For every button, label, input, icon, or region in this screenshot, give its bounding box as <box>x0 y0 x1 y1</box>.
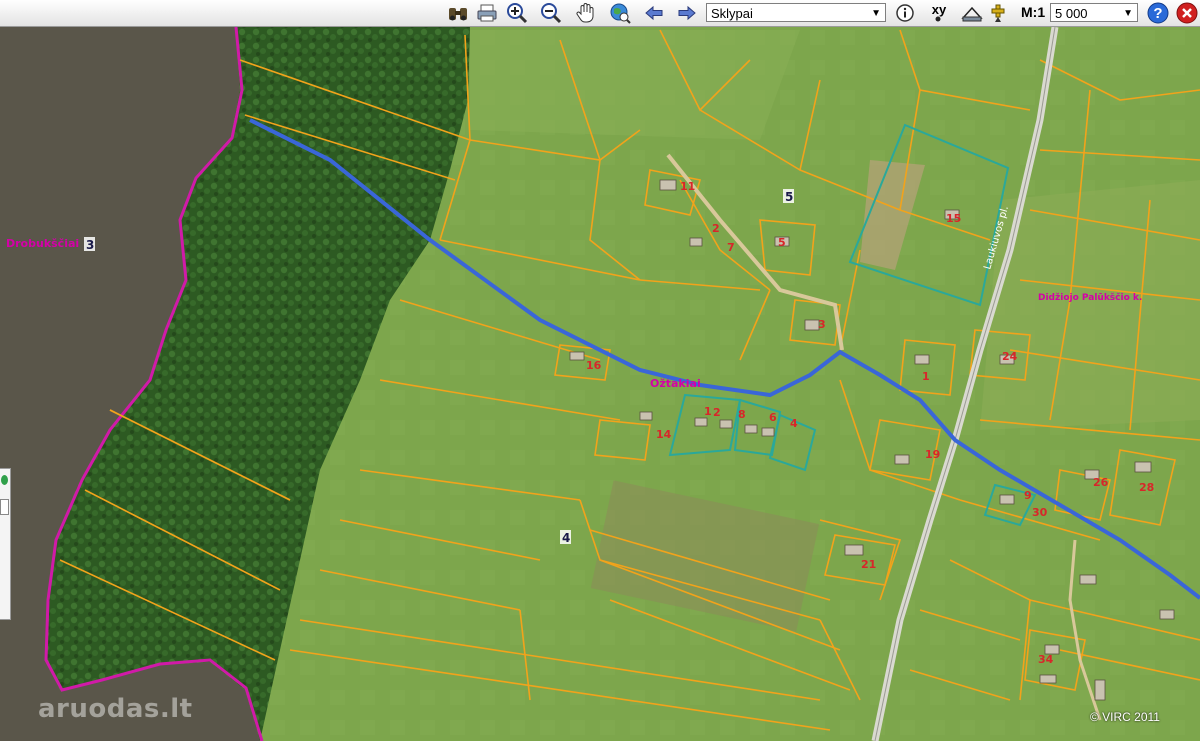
point-dot-icon <box>935 16 941 22</box>
plot-number: 2 <box>712 222 720 235</box>
globe-zoom-icon[interactable] <box>607 2 633 24</box>
scale-select-value: 5 000 <box>1055 6 1088 21</box>
plot-number: 2 <box>713 406 721 419</box>
ruler-measure-icon[interactable] <box>960 2 984 24</box>
plot-number: 19 <box>925 448 940 461</box>
plot-number: 30 <box>1032 506 1048 519</box>
map-canvas[interactable]: Drobukščiai Ožtakiai Didžiojo Palūkščio … <box>0 27 1200 741</box>
pan-hand-icon[interactable] <box>574 2 598 24</box>
print-icon[interactable] <box>474 2 500 24</box>
plot-number: 11 <box>680 180 695 193</box>
plot-number: 14 <box>656 428 672 441</box>
help-label: ? <box>1153 4 1163 22</box>
plot-number: 1 <box>704 405 712 418</box>
copyright-text: © VIRC 2011 <box>1090 710 1160 724</box>
block-number: 5 <box>785 190 793 204</box>
panel-input[interactable] <box>0 499 9 515</box>
meadow-patch <box>470 30 800 140</box>
plot-number: 26 <box>1093 476 1109 489</box>
zoom-out-icon[interactable] <box>539 2 563 24</box>
help-button[interactable]: ? <box>1146 2 1170 24</box>
side-panel[interactable] <box>0 468 11 620</box>
close-button[interactable] <box>1175 2 1199 24</box>
block-number: 4 <box>562 531 570 545</box>
plot-number: 24 <box>1002 350 1018 363</box>
town-label: Drobukščiai <box>6 237 79 250</box>
xy-coordinate-button[interactable]: xy <box>926 2 952 24</box>
plot-number: 34 <box>1038 653 1054 666</box>
info-icon[interactable] <box>895 2 915 24</box>
add-marker-icon[interactable] <box>987 2 1009 24</box>
plot-number: 16 <box>586 359 602 372</box>
plot-number: 28 <box>1139 481 1154 494</box>
plot-number: 15 <box>946 212 961 225</box>
plot-number: 1 <box>922 370 930 383</box>
map-toolbar: Sklypai ▼ xy M:1 5 000 ▼ ? <box>0 0 1200 27</box>
back-arrow-icon[interactable] <box>643 2 665 24</box>
town-label: Didžiojo Palūkščio k. <box>1038 292 1142 303</box>
close-icon <box>1176 2 1198 24</box>
layer-select[interactable]: Sklypai ▼ <box>706 3 886 22</box>
layer-select-value: Sklypai <box>711 6 753 21</box>
plot-number: 5 <box>778 236 786 249</box>
forward-arrow-icon[interactable] <box>676 2 698 24</box>
chevron-down-icon: ▼ <box>871 8 881 19</box>
watermark: aruodas.lt <box>38 694 193 724</box>
plot-number: 9 <box>1024 489 1032 502</box>
plot-number: 4 <box>790 417 798 430</box>
plot-number: 7 <box>727 241 735 254</box>
meadow-patch <box>980 180 1200 430</box>
scale-label: M:1 <box>1021 4 1046 20</box>
xy-label: xy <box>931 2 947 17</box>
plot-number: 8 <box>738 408 746 421</box>
zoom-in-icon[interactable] <box>505 2 529 24</box>
scale-select[interactable]: 5 000 ▼ <box>1050 3 1138 22</box>
chevron-down-icon: ▼ <box>1123 8 1133 19</box>
town-label: Ožtakiai <box>650 377 701 390</box>
plot-number: 6 <box>769 411 777 424</box>
binoculars-icon[interactable] <box>445 2 471 24</box>
plot-number: 21 <box>861 558 876 571</box>
panel-toggle-icon[interactable] <box>1 475 8 485</box>
plot-number: 3 <box>818 318 826 331</box>
block-number: 3 <box>86 238 94 252</box>
